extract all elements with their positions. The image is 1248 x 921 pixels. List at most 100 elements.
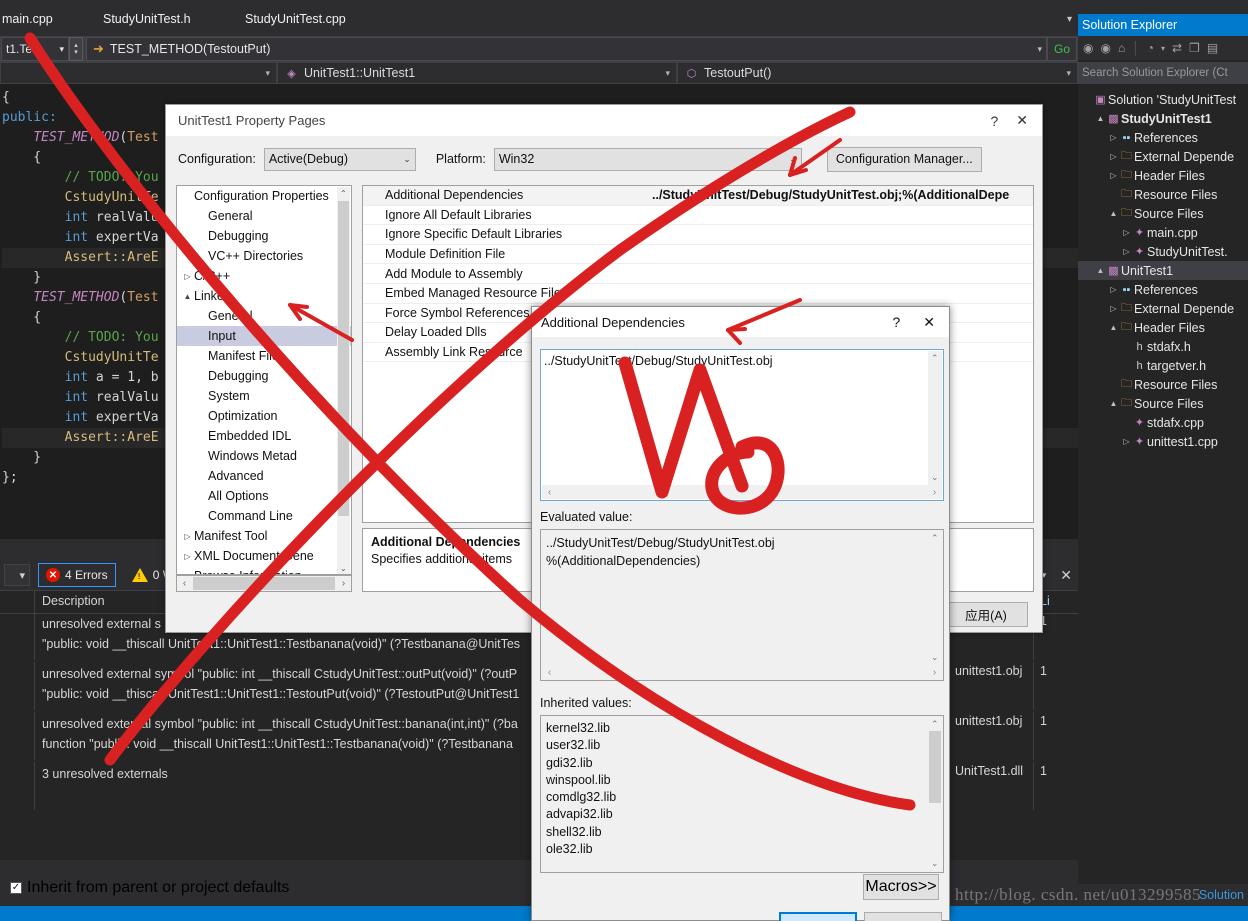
scroll-left-icon[interactable]: ‹ xyxy=(177,578,192,589)
expand-collapse-icon[interactable]: ▷ xyxy=(1108,171,1119,180)
expand-collapse-icon[interactable]: ▷ xyxy=(1121,437,1132,446)
expand-collapse-icon[interactable]: ▷ xyxy=(181,552,194,561)
property-category-node[interactable]: ▲ Linker xyxy=(177,286,351,306)
property-category-node[interactable]: ▷ C/C++ xyxy=(177,266,351,286)
solution-tree-node[interactable]: ▷ ✦ main.cpp xyxy=(1078,223,1248,242)
property-category-node[interactable]: Debugging xyxy=(177,366,351,386)
expand-collapse-icon[interactable]: ▲ xyxy=(181,292,194,301)
class-combo[interactable]: ◈ UnitTest1::UnitTest1 ▾ xyxy=(277,62,677,84)
property-category-node[interactable]: Manifest File xyxy=(177,346,351,366)
expand-collapse-icon[interactable]: ▲ xyxy=(1095,114,1106,123)
ok-button[interactable] xyxy=(779,912,857,921)
property-category-node[interactable]: Optimization xyxy=(177,406,351,426)
expand-collapse-icon[interactable]: ▲ xyxy=(1108,323,1119,332)
scroll-right-icon[interactable]: › xyxy=(927,667,942,678)
evaluated-horizontal-scrollbar[interactable]: ‹ › xyxy=(542,665,942,679)
close-icon[interactable]: ✕ xyxy=(1060,567,1078,584)
platform-select[interactable]: Win32 ⌄ xyxy=(493,147,802,171)
property-category-node[interactable]: Embedded IDL xyxy=(177,426,351,446)
solution-tree-node[interactable]: ▷ 🗀 External Depende xyxy=(1078,147,1248,166)
expand-collapse-icon[interactable]: ▷ xyxy=(1108,304,1119,313)
scroll-down-icon[interactable]: ⌄ xyxy=(931,858,939,869)
help-icon[interactable]: ? xyxy=(892,314,900,330)
expand-collapse-icon[interactable]: ▷ xyxy=(181,272,194,281)
close-icon[interactable]: ✕ xyxy=(1016,112,1028,129)
property-tree-hscrollbar[interactable]: ‹ › xyxy=(176,575,352,592)
configuration-manager-button[interactable]: Configuration Manager... xyxy=(826,146,982,172)
property-tree-hscroll-thumb[interactable] xyxy=(193,577,335,590)
scroll-right-icon[interactable]: › xyxy=(336,578,351,589)
property-category-node[interactable]: Advanced xyxy=(177,466,351,486)
solution-tree-node[interactable]: ▲ 🗀 Header Files xyxy=(1078,318,1248,337)
scroll-up-icon[interactable]: ⌃ xyxy=(340,189,347,198)
property-grid-row[interactable]: Ignore Specific Default Libraries xyxy=(363,225,1033,245)
solution-tree-node[interactable]: h targetver.h xyxy=(1078,356,1248,375)
scroll-down-icon[interactable]: ⌄ xyxy=(340,564,347,573)
member-navigation-field[interactable]: ➜ TEST_METHOD(TestoutPut) ▾ xyxy=(86,37,1047,61)
inherited-vertical-scrollbar[interactable]: ⌃ ⌄ xyxy=(928,717,942,871)
inherited-scroll-thumb[interactable] xyxy=(929,731,941,803)
configuration-select[interactable]: Active(Debug) ⌄ xyxy=(263,147,416,171)
solution-tree-node[interactable]: ▷ 🗀 Header Files xyxy=(1078,166,1248,185)
scroll-left-icon[interactable]: ‹ xyxy=(542,487,557,498)
property-category-tree[interactable]: Configuration Properties General Debugging… xyxy=(176,185,352,575)
solution-tree-node[interactable]: h stdafx.h xyxy=(1078,337,1248,356)
additional-dependencies-textarea[interactable]: ../StudyUnitTest/Debug/StudyUnitTest.obj… xyxy=(540,349,944,501)
solution-tree-node[interactable]: ▣ Solution 'StudyUnitTest xyxy=(1078,90,1248,109)
function-combo[interactable]: ⬡ TestoutPut() ▾ xyxy=(677,62,1078,84)
solution-tree-node[interactable]: ▷ ▪▪ References xyxy=(1078,280,1248,299)
solution-tree-node[interactable]: 🗀 Resource Files xyxy=(1078,375,1248,394)
property-category-node[interactable]: VC++ Directories xyxy=(177,246,351,266)
macros-button[interactable]: Macros>> xyxy=(863,874,939,900)
property-category-node[interactable]: General xyxy=(177,306,351,326)
expand-collapse-icon[interactable]: ▷ xyxy=(1121,228,1132,237)
property-grid-row[interactable]: Module Definition File xyxy=(363,245,1033,265)
property-category-node[interactable]: Debugging xyxy=(177,226,351,246)
expand-collapse-icon[interactable]: ▲ xyxy=(1095,266,1106,275)
property-grid-row[interactable]: Add Module to Assembly xyxy=(363,264,1033,284)
property-tree-scroll-thumb[interactable] xyxy=(338,201,349,516)
scroll-up-icon[interactable]: ⌃ xyxy=(931,533,939,544)
expand-collapse-icon[interactable]: ▷ xyxy=(1108,285,1119,294)
help-icon[interactable]: ? xyxy=(990,113,998,129)
property-category-node[interactable]: Windows Metad xyxy=(177,446,351,466)
apply-button[interactable]: 应用(A) xyxy=(944,602,1028,627)
expand-collapse-icon[interactable]: ▷ xyxy=(1108,152,1119,161)
solution-tree-node[interactable]: ▲ 🗀 Source Files xyxy=(1078,394,1248,413)
cancel-button[interactable] xyxy=(864,912,942,921)
expand-collapse-icon[interactable]: ▲ xyxy=(1108,399,1119,408)
solution-tree-node[interactable]: 🗀 Resource Files xyxy=(1078,185,1248,204)
scope-spinner[interactable]: ▴ ▾ xyxy=(69,37,83,61)
chevron-down-icon[interactable]: ▾ xyxy=(1161,44,1165,53)
scroll-down-icon[interactable]: ⌄ xyxy=(931,652,939,663)
error-scope-combo[interactable]: ▾ xyxy=(4,564,30,586)
forward-icon[interactable]: ◉ xyxy=(1100,41,1110,55)
sync-icon[interactable]: ⇄ xyxy=(1172,41,1182,55)
solution-tree[interactable]: ▣ Solution 'StudyUnitTest ▲ ▩ StudyUnitTest1… xyxy=(1078,86,1248,451)
property-grid-row[interactable]: Embed Managed Resource File xyxy=(363,284,1033,304)
property-category-node[interactable]: ▷Browse Information xyxy=(177,566,351,574)
tab-overflow-chevron-icon[interactable]: ▾ xyxy=(1067,14,1072,25)
property-category-node[interactable]: All Options xyxy=(177,486,351,506)
property-category-node[interactable]: Command Line xyxy=(177,506,351,526)
scroll-right-icon[interactable]: › xyxy=(927,487,942,498)
property-category-node[interactable]: ▷ XML Document Gene xyxy=(177,546,351,566)
inherit-defaults-checkbox[interactable]: ✓ xyxy=(10,882,22,894)
properties-icon[interactable]: ▤ xyxy=(1207,41,1218,55)
refresh-icon[interactable]: ❐ xyxy=(1189,41,1200,55)
scroll-down-icon[interactable]: ⌄ xyxy=(931,472,939,483)
go-button[interactable]: Go xyxy=(1047,37,1077,61)
home-icon[interactable]: ⌂ xyxy=(1118,41,1125,55)
property-category-node[interactable]: Input xyxy=(177,326,351,346)
solution-tree-node[interactable]: ▲ ▩ StudyUnitTest1 xyxy=(1078,109,1248,128)
solution-tree-node[interactable]: ▲ ▩ UnitTest1 xyxy=(1078,261,1248,280)
edit-horizontal-scrollbar[interactable]: ‹ › xyxy=(542,485,942,499)
property-category-node[interactable]: Configuration Properties xyxy=(177,186,351,206)
close-icon[interactable]: ✕ xyxy=(923,314,935,331)
column-header-description[interactable]: Description xyxy=(42,594,105,608)
expand-collapse-icon[interactable]: ▲ xyxy=(1108,209,1119,218)
expand-collapse-icon[interactable]: ▷ xyxy=(1108,133,1119,142)
solution-tree-node[interactable]: ✦ stdafx.cpp xyxy=(1078,413,1248,432)
scroll-up-icon[interactable]: ⌃ xyxy=(931,353,939,364)
solution-tree-node[interactable]: ▷ ▪▪ References xyxy=(1078,128,1248,147)
